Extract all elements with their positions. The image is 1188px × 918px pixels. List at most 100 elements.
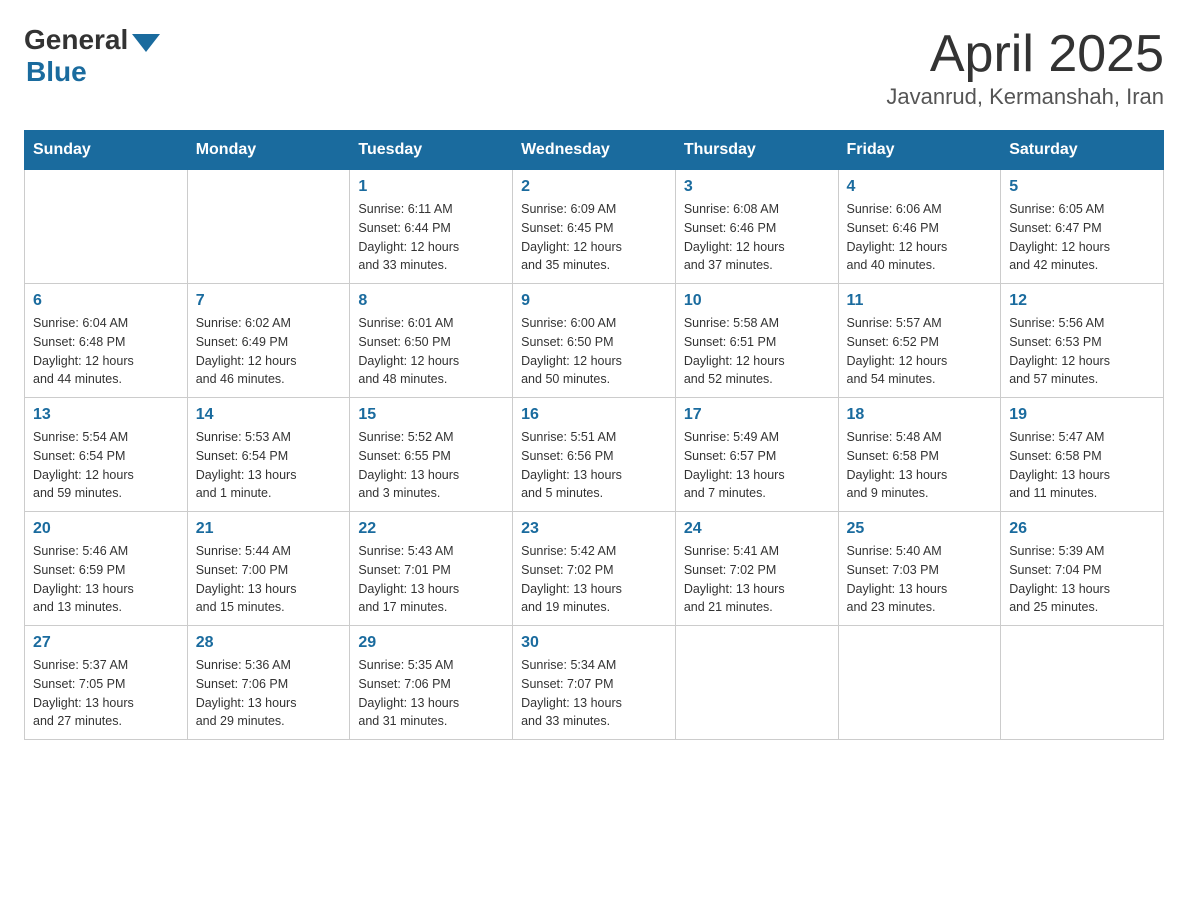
weekday-header-wednesday: Wednesday: [513, 131, 676, 170]
day-number: 26: [1009, 520, 1155, 538]
calendar-cell: 15 Sunrise: 5:52 AM Sunset: 6:55 PM Dayli…: [350, 398, 513, 512]
weekday-header-saturday: Saturday: [1001, 131, 1164, 170]
calendar-cell: 9 Sunrise: 6:00 AM Sunset: 6:50 PM Daylig…: [513, 284, 676, 398]
calendar-cell: 13Sunrise: 5:54 AM Sunset: 6:54 PM Dayli…: [25, 398, 188, 512]
day-info: Sunrise: 5:41 AM Sunset: 7:02 PM Dayligh…: [684, 542, 830, 617]
day-number: 5: [1009, 178, 1155, 196]
calendar-cell: 18 Sunrise: 5:48 AM Sunset: 6:58 PM Dayli…: [838, 398, 1001, 512]
day-info: Sunrise: 5:35 AM Sunset: 7:06 PM Dayligh…: [358, 656, 504, 731]
calendar-cell: 4 Sunrise: 6:06 AM Sunset: 6:46 PM Daylig…: [838, 170, 1001, 284]
day-info: Sunrise: 6:09 AM Sunset: 6:45 PM Dayligh…: [521, 200, 667, 275]
calendar-week-row: 13Sunrise: 5:54 AM Sunset: 6:54 PM Dayli…: [25, 398, 1164, 512]
calendar-cell: 29 Sunrise: 5:35 AM Sunset: 7:06 PM Dayli…: [350, 626, 513, 740]
day-info: Sunrise: 5:52 AM Sunset: 6:55 PM Dayligh…: [358, 428, 504, 503]
day-number: 9: [521, 292, 667, 310]
day-number: 22: [358, 520, 504, 538]
day-number: 1: [358, 178, 504, 196]
day-info: Sunrise: 5:34 AM Sunset: 7:07 PM Dayligh…: [521, 656, 667, 731]
day-number: 2: [521, 178, 667, 196]
calendar-cell: 17Sunrise: 5:49 AM Sunset: 6:57 PM Dayli…: [675, 398, 838, 512]
calendar-cell: [675, 626, 838, 740]
day-number: 19: [1009, 406, 1155, 424]
day-info: Sunrise: 5:46 AM Sunset: 6:59 PM Dayligh…: [33, 542, 179, 617]
day-number: 10: [684, 292, 830, 310]
day-number: 20: [33, 520, 179, 538]
day-info: Sunrise: 5:44 AM Sunset: 7:00 PM Dayligh…: [196, 542, 342, 617]
weekday-header-thursday: Thursday: [675, 131, 838, 170]
day-number: 13: [33, 406, 179, 424]
day-info: Sunrise: 6:01 AM Sunset: 6:50 PM Dayligh…: [358, 314, 504, 389]
calendar-cell: 27 Sunrise: 5:37 AM Sunset: 7:05 PM Dayli…: [25, 626, 188, 740]
day-number: 27: [33, 634, 179, 652]
day-number: 29: [358, 634, 504, 652]
weekday-header-row: SundayMondayTuesdayWednesdayThursdayFrid…: [25, 131, 1164, 170]
day-number: 6: [33, 292, 179, 310]
day-info: Sunrise: 5:51 AM Sunset: 6:56 PM Dayligh…: [521, 428, 667, 503]
day-info: Sunrise: 5:42 AM Sunset: 7:02 PM Dayligh…: [521, 542, 667, 617]
weekday-header-tuesday: Tuesday: [350, 131, 513, 170]
day-info: Sunrise: 5:37 AM Sunset: 7:05 PM Dayligh…: [33, 656, 179, 731]
day-info: Sunrise: 6:05 AM Sunset: 6:47 PM Dayligh…: [1009, 200, 1155, 275]
calendar-cell: 14Sunrise: 5:53 AM Sunset: 6:54 PM Dayli…: [187, 398, 350, 512]
day-number: 18: [847, 406, 993, 424]
day-info: Sunrise: 5:39 AM Sunset: 7:04 PM Dayligh…: [1009, 542, 1155, 617]
day-number: 25: [847, 520, 993, 538]
calendar-cell: 6 Sunrise: 6:04 AM Sunset: 6:48 PM Daylig…: [25, 284, 188, 398]
day-number: 12: [1009, 292, 1155, 310]
day-info: Sunrise: 5:56 AM Sunset: 6:53 PM Dayligh…: [1009, 314, 1155, 389]
day-info: Sunrise: 5:43 AM Sunset: 7:01 PM Dayligh…: [358, 542, 504, 617]
calendar-cell: [187, 170, 350, 284]
calendar-cell: 12 Sunrise: 5:56 AM Sunset: 6:53 PM Dayli…: [1001, 284, 1164, 398]
calendar-week-row: 6 Sunrise: 6:04 AM Sunset: 6:48 PM Daylig…: [25, 284, 1164, 398]
calendar-cell: 30 Sunrise: 5:34 AM Sunset: 7:07 PM Dayli…: [513, 626, 676, 740]
day-info: Sunrise: 6:08 AM Sunset: 6:46 PM Dayligh…: [684, 200, 830, 275]
weekday-header-sunday: Sunday: [25, 131, 188, 170]
day-info: Sunrise: 5:48 AM Sunset: 6:58 PM Dayligh…: [847, 428, 993, 503]
logo-blue-text: Blue: [26, 56, 87, 88]
day-number: 23: [521, 520, 667, 538]
calendar-week-row: 27 Sunrise: 5:37 AM Sunset: 7:05 PM Dayli…: [25, 626, 1164, 740]
day-number: 8: [358, 292, 504, 310]
calendar-cell: 20 Sunrise: 5:46 AM Sunset: 6:59 PM Dayli…: [25, 512, 188, 626]
page-header: General Blue April 2025 Javanrud, Kerman…: [24, 24, 1164, 110]
calendar-cell: 3 Sunrise: 6:08 AM Sunset: 6:46 PM Daylig…: [675, 170, 838, 284]
calendar-cell: 8 Sunrise: 6:01 AM Sunset: 6:50 PM Daylig…: [350, 284, 513, 398]
calendar-cell: 21 Sunrise: 5:44 AM Sunset: 7:00 PM Dayli…: [187, 512, 350, 626]
day-info: Sunrise: 6:11 AM Sunset: 6:44 PM Dayligh…: [358, 200, 504, 275]
logo: General Blue: [24, 24, 160, 88]
weekday-header-monday: Monday: [187, 131, 350, 170]
day-info: Sunrise: 5:58 AM Sunset: 6:51 PM Dayligh…: [684, 314, 830, 389]
calendar-week-row: 1 Sunrise: 6:11 AM Sunset: 6:44 PM Daylig…: [25, 170, 1164, 284]
day-number: 17: [684, 406, 830, 424]
calendar-cell: 23 Sunrise: 5:42 AM Sunset: 7:02 PM Dayli…: [513, 512, 676, 626]
day-number: 4: [847, 178, 993, 196]
day-info: Sunrise: 6:02 AM Sunset: 6:49 PM Dayligh…: [196, 314, 342, 389]
calendar-cell: 5 Sunrise: 6:05 AM Sunset: 6:47 PM Daylig…: [1001, 170, 1164, 284]
day-info: Sunrise: 6:00 AM Sunset: 6:50 PM Dayligh…: [521, 314, 667, 389]
day-info: Sunrise: 5:36 AM Sunset: 7:06 PM Dayligh…: [196, 656, 342, 731]
calendar-table: SundayMondayTuesdayWednesdayThursdayFrid…: [24, 130, 1164, 740]
day-info: Sunrise: 5:53 AM Sunset: 6:54 PM Dayligh…: [196, 428, 342, 503]
day-number: 21: [196, 520, 342, 538]
logo-arrow-icon: [132, 34, 160, 52]
title-block: April 2025 Javanrud, Kermanshah, Iran: [886, 24, 1164, 110]
day-info: Sunrise: 6:04 AM Sunset: 6:48 PM Dayligh…: [33, 314, 179, 389]
day-info: Sunrise: 5:47 AM Sunset: 6:58 PM Dayligh…: [1009, 428, 1155, 503]
day-info: Sunrise: 6:06 AM Sunset: 6:46 PM Dayligh…: [847, 200, 993, 275]
day-number: 15: [358, 406, 504, 424]
location-text: Javanrud, Kermanshah, Iran: [886, 84, 1164, 110]
calendar-cell: 2 Sunrise: 6:09 AM Sunset: 6:45 PM Daylig…: [513, 170, 676, 284]
calendar-cell: [838, 626, 1001, 740]
day-number: 16: [521, 406, 667, 424]
calendar-cell: [25, 170, 188, 284]
calendar-cell: 7Sunrise: 6:02 AM Sunset: 6:49 PM Daylig…: [187, 284, 350, 398]
calendar-cell: 22 Sunrise: 5:43 AM Sunset: 7:01 PM Dayli…: [350, 512, 513, 626]
calendar-cell: 28Sunrise: 5:36 AM Sunset: 7:06 PM Dayli…: [187, 626, 350, 740]
calendar-cell: 16 Sunrise: 5:51 AM Sunset: 6:56 PM Dayli…: [513, 398, 676, 512]
day-number: 24: [684, 520, 830, 538]
calendar-cell: 11Sunrise: 5:57 AM Sunset: 6:52 PM Dayli…: [838, 284, 1001, 398]
day-number: 30: [521, 634, 667, 652]
calendar-cell: 24 Sunrise: 5:41 AM Sunset: 7:02 PM Dayli…: [675, 512, 838, 626]
day-info: Sunrise: 5:40 AM Sunset: 7:03 PM Dayligh…: [847, 542, 993, 617]
day-number: 3: [684, 178, 830, 196]
